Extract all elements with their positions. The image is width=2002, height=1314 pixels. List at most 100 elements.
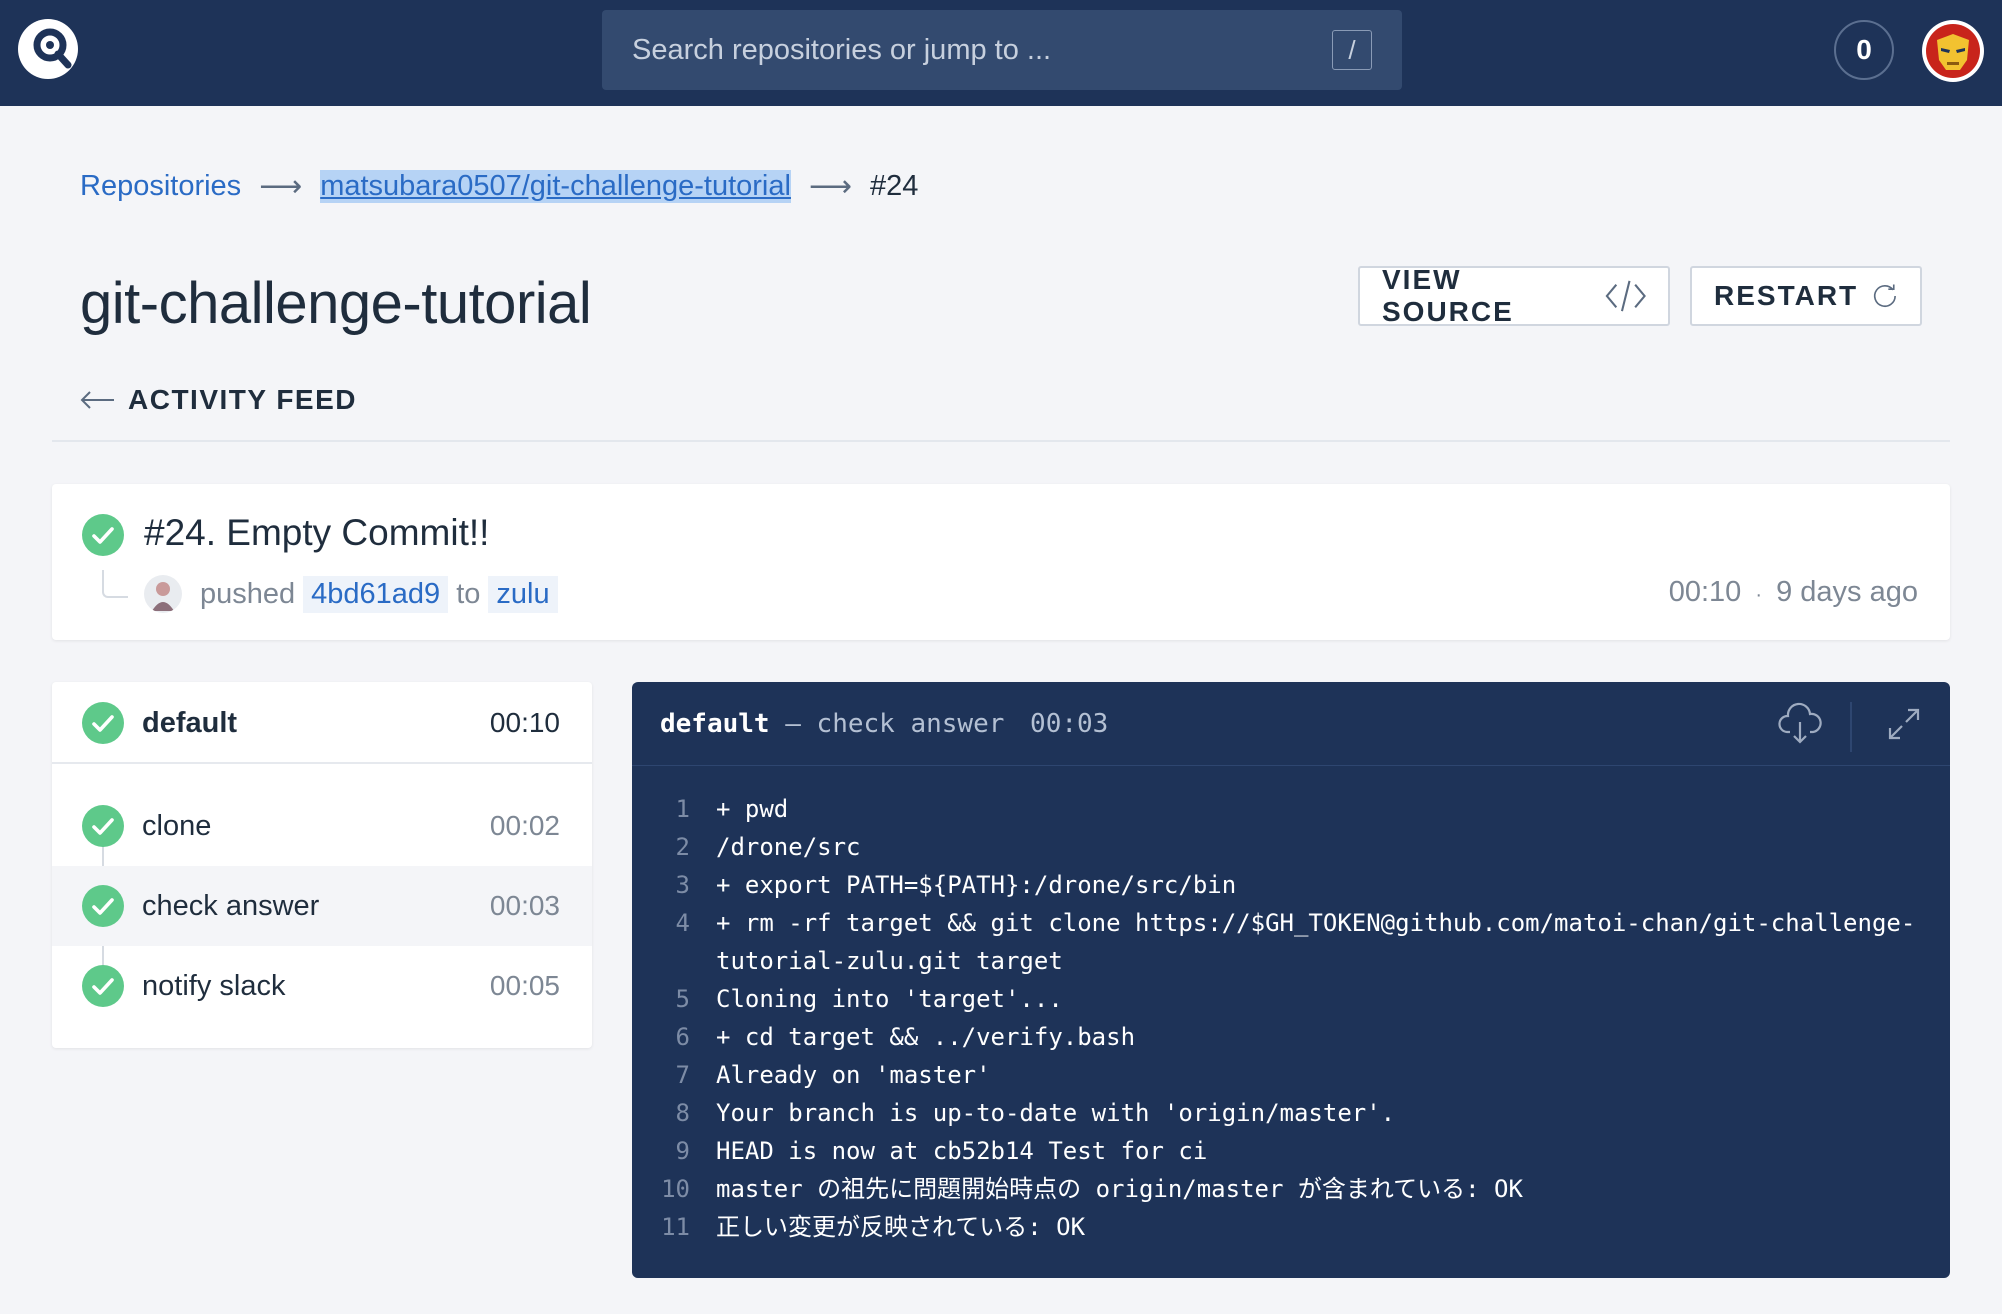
log-line-number[interactable]: 10 xyxy=(632,1170,690,1208)
build-meta: pushed 4bd61ad9 to zulu xyxy=(144,572,566,616)
success-check-icon xyxy=(82,805,124,847)
search-box[interactable]: / xyxy=(602,10,1402,90)
step-duration: 00:05 xyxy=(489,970,560,1001)
log-line: 9 HEAD is now at cb52b14 Test for ci xyxy=(632,1132,1950,1170)
step-row-notify-slack[interactable]: notify slack 00:05 xyxy=(52,946,592,1026)
log-line: 6 + cd target && ../verify.bash xyxy=(632,1018,1950,1056)
top-navbar: / 0 xyxy=(0,0,2002,106)
branch-link[interactable]: zulu xyxy=(488,575,558,613)
step-row-check-answer[interactable]: check answer 00:03 xyxy=(52,866,592,946)
page-title: git-challenge-tutorial xyxy=(80,271,592,336)
search-input[interactable] xyxy=(632,10,1312,90)
log-line-number[interactable]: 3 xyxy=(632,866,690,904)
log-line-text: Cloning into 'target'... xyxy=(716,985,1063,1013)
success-check-icon xyxy=(82,514,124,556)
success-check-icon xyxy=(82,965,124,1007)
breadcrumb-repositories-link[interactable]: Repositories xyxy=(80,170,241,203)
log-line-number[interactable]: 8 xyxy=(632,1094,690,1132)
log-step-name: check answer xyxy=(816,709,1005,739)
build-age: 9 days ago xyxy=(1776,576,1918,608)
log-line-number[interactable]: 6 xyxy=(632,1018,690,1056)
log-line-text: /drone/src xyxy=(716,833,861,861)
step-log-panel: default – check answer 00:03 1 + pwd 2/dr… xyxy=(632,682,1950,1278)
log-stage-name: default xyxy=(660,709,770,739)
code-icon xyxy=(1605,280,1646,312)
iron-man-avatar-icon xyxy=(1926,24,1980,78)
breadcrumb: Repositories ⟶ matsubara0507/git-challen… xyxy=(80,164,918,208)
build-timing: 00:10 · 9 days ago xyxy=(1669,576,1918,609)
commit-sha-link[interactable]: 4bd61ad9 xyxy=(303,575,449,613)
breadcrumb-current-build: #24 xyxy=(869,169,919,202)
build-action: pushed xyxy=(200,577,296,610)
step-name: check answer xyxy=(142,890,320,922)
restart-button[interactable]: RESTART xyxy=(1690,266,1922,326)
log-title: default – check answer 00:03 xyxy=(660,682,1108,766)
step-duration: 00:02 xyxy=(489,810,560,841)
log-line-text: + pwd xyxy=(716,795,789,823)
log-line: 3 + export PATH=${PATH}:/drone/src/bin xyxy=(632,866,1950,904)
log-header: default – check answer 00:03 xyxy=(632,682,1950,766)
stage-duration: 00:10 xyxy=(489,707,560,738)
step-name: notify slack xyxy=(142,970,286,1002)
running-builds-counter[interactable]: 0 xyxy=(1834,20,1894,80)
build-to-word: to xyxy=(456,577,481,610)
arrow-right-icon: ⟶ xyxy=(808,169,852,203)
log-line: 1 + pwd xyxy=(632,790,1950,828)
log-line-text: + export PATH=${PATH}:/drone/src/bin xyxy=(716,871,1237,899)
success-check-icon xyxy=(82,885,124,927)
search-shortcut-key: / xyxy=(1332,30,1372,70)
log-line-text: HEAD is now at cb52b14 Test for ci xyxy=(716,1137,1208,1165)
log-line: 8 Your branch is up-to-date with 'origin/… xyxy=(632,1094,1950,1132)
log-line-text: Your branch is up-to-date with 'origin/m… xyxy=(716,1099,1396,1127)
expand-icon[interactable] xyxy=(1882,702,1926,746)
log-line: 7 Already on 'master' xyxy=(632,1056,1950,1094)
log-line-number[interactable]: 5 xyxy=(632,980,690,1018)
log-step-duration: 00:03 xyxy=(1030,709,1109,739)
meta-separator: · xyxy=(1755,584,1763,606)
success-check-icon xyxy=(82,702,124,744)
step-duration: 00:03 xyxy=(489,890,560,921)
view-source-button[interactable]: VIEW SOURCE xyxy=(1358,264,1670,327)
stage-name: default xyxy=(142,707,238,739)
log-title-dash: – xyxy=(785,709,801,739)
stage-header[interactable]: default 00:10 xyxy=(52,682,592,764)
step-name: clone xyxy=(142,810,212,842)
log-line-text: Already on 'master' xyxy=(716,1061,991,1089)
arrow-left-icon xyxy=(80,391,114,409)
activity-feed-label: ACTIVITY FEED xyxy=(128,384,358,415)
cloud-download-icon[interactable] xyxy=(1778,702,1822,746)
step-row-clone[interactable]: clone 00:02 xyxy=(52,786,592,866)
log-line-number[interactable]: 4 xyxy=(632,904,690,980)
author-avatar-icon xyxy=(152,582,174,611)
log-line-text: 正しい変更が反映されている: OK xyxy=(716,1213,1086,1241)
log-line: 5 Cloning into 'target'... xyxy=(632,980,1950,1018)
log-line-number[interactable]: 9 xyxy=(632,1132,690,1170)
restart-icon xyxy=(1874,284,1897,308)
divider xyxy=(52,440,1950,442)
activity-feed-back-link[interactable]: ACTIVITY FEED xyxy=(80,380,357,420)
pipeline-steps-panel: default 00:10 clone 00:02 check answer 0… xyxy=(52,682,592,1048)
log-line-text: + rm -rf target && git clone https://$GH… xyxy=(716,909,1916,975)
log-line-number[interactable]: 2 xyxy=(632,828,690,866)
log-line: 4 + rm -rf target && git clone https://$G… xyxy=(632,904,1950,980)
log-line-number[interactable]: 11 xyxy=(632,1208,690,1246)
arrow-right-icon: ⟶ xyxy=(259,169,303,203)
log-line-number[interactable]: 7 xyxy=(632,1056,690,1094)
drone-logo-icon[interactable] xyxy=(18,19,78,79)
log-output: 1 + pwd 2/drone/src 3 + export PATH=${PATH… xyxy=(632,790,1950,1246)
breadcrumb-repo-link[interactable]: matsubara0507/git-challenge-tutorial xyxy=(320,169,791,203)
view-source-label: VIEW SOURCE xyxy=(1382,264,1514,327)
build-duration: 00:10 xyxy=(1668,576,1742,608)
build-title: #24. Empty Commit!! xyxy=(144,512,490,553)
build-summary-card: #24. Empty Commit!! pushed 4bd61ad9 to z… xyxy=(52,484,1950,640)
log-line: 10 master の祖先に問題開始時点の origin/master が含まれて… xyxy=(632,1170,1950,1208)
log-line: 11 正しい変更が反映されている: OK xyxy=(632,1208,1950,1246)
user-avatar[interactable] xyxy=(1922,20,1984,82)
build-connector-line xyxy=(102,570,128,598)
log-line-text: + cd target && ../verify.bash xyxy=(716,1023,1136,1051)
author-avatar xyxy=(144,575,182,613)
log-line: 2/drone/src xyxy=(632,828,1950,866)
log-header-separator xyxy=(1850,702,1852,752)
log-line-text: master の祖先に問題開始時点の origin/master が含まれている… xyxy=(716,1175,1523,1203)
log-line-number[interactable]: 1 xyxy=(632,790,690,828)
